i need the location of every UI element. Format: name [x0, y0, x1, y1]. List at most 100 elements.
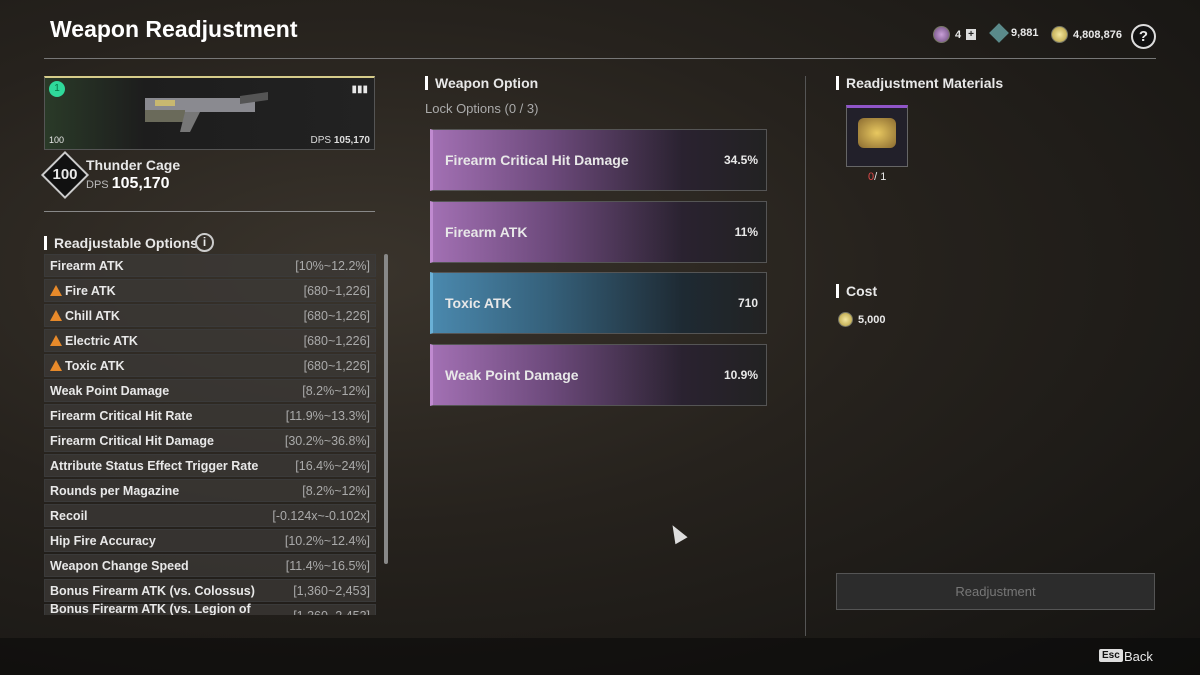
weapon-option-slot[interactable]: Firearm Critical Hit Damage 34.5% [430, 129, 767, 191]
option-range: [8.2%~12%] [302, 383, 370, 398]
warning-icon [50, 359, 62, 371]
option-name: Rounds per Magazine [50, 483, 180, 498]
weapon-image [145, 92, 268, 132]
option-row[interactable]: Weapon Change Speed [11.4%~16.5%] [44, 554, 376, 577]
weapon-option-name: Firearm ATK [445, 223, 528, 240]
currency-gold: 4,808,876 [1051, 26, 1122, 43]
warning-icon [50, 334, 62, 346]
option-name: Weak Point Damage [50, 383, 170, 398]
back-button[interactable]: Back [1124, 649, 1153, 664]
option-range: [-0.124x~-0.102x] [272, 508, 370, 523]
weapon-option-value: 10.9% [723, 367, 758, 382]
option-name: Firearm Critical Hit Damage [50, 433, 214, 448]
option-row[interactable]: Bonus Firearm ATK (vs. Colossus) [1,360~2… [44, 579, 376, 602]
option-name: Firearm ATK [50, 258, 124, 273]
option-name: Weapon Change Speed [50, 558, 189, 573]
cost-value: 5,000 [838, 312, 886, 327]
card-level: 100 [49, 135, 65, 145]
option-range: [680~1,226] [303, 283, 370, 298]
option-name: Attribute Status Effect Trigger Rate [50, 458, 259, 473]
weapon-option-slot[interactable]: Toxic ATK 710 [430, 272, 767, 334]
material-icon [858, 118, 896, 148]
option-name: Fire ATK [50, 284, 116, 298]
option-range: [10.2%~12.4%] [284, 533, 370, 548]
currency-value: 4,808,876 [1073, 28, 1122, 41]
page-title: Weapon Readjustment [50, 16, 298, 42]
help-button[interactable]: ? [1131, 24, 1156, 49]
weapon-name: Thunder Cage [86, 157, 181, 173]
readjustment-button[interactable]: Readjustment [836, 573, 1155, 610]
option-row[interactable]: Electric ATK [680~1,226] [44, 329, 376, 352]
divider [44, 58, 1156, 59]
mouse-cursor-icon [666, 521, 688, 545]
option-range: [16.4%~24%] [295, 458, 370, 473]
scrollbar[interactable] [384, 254, 388, 564]
option-row[interactable]: Weak Point Damage [8.2%~12%] [44, 379, 376, 402]
weapon-option-value: 11% [734, 224, 758, 239]
materials-title: Readjustment Materials [836, 76, 1003, 90]
weapon-option-slot[interactable]: Firearm ATK 11% [430, 200, 767, 263]
weapon-option-name: Firearm Critical Hit Damage [445, 152, 629, 168]
lock-options-count: Lock Options (0 / 3) [425, 101, 539, 116]
option-row[interactable]: Firearm ATK [10%~12.2%] [44, 254, 376, 277]
option-row[interactable]: Chill ATK [680~1,226] [44, 304, 376, 327]
currency-value: 4 [955, 28, 962, 41]
option-range: [680~1,226] [303, 358, 370, 373]
weapon-card[interactable]: 1 ▮▮▮ 100 DPS 105,170 [44, 76, 375, 150]
option-row[interactable]: Bonus Firearm ATK (vs. Legion of Darknes… [44, 601, 376, 616]
weapon-option-value: 710 [737, 296, 758, 310]
weapon-option-value: 34.5% [723, 153, 758, 167]
level-value: 100 [52, 166, 78, 183]
option-range: [680~1,226] [303, 308, 370, 323]
readjustable-options-title: Readjustable Options [44, 236, 198, 250]
weapon-dps: DPS 105,170 [86, 175, 170, 192]
option-name: Bonus Firearm ATK (vs. Colossus) [50, 583, 255, 598]
warning-icon [50, 284, 62, 296]
slot-badge: 1 [49, 81, 65, 97]
divider [44, 211, 375, 212]
option-name: Toxic ATK [50, 359, 125, 373]
option-row[interactable]: Attribute Status Effect Trigger Rate [16.… [44, 454, 376, 477]
option-name: Firearm Critical Hit Rate [50, 408, 193, 423]
option-row[interactable]: Firearm Critical Hit Rate [11.9%~13.3%] [44, 404, 376, 427]
gold-coin-icon [1051, 26, 1068, 43]
option-range: [8.2%~12%] [302, 483, 370, 498]
option-row[interactable]: Fire ATK [680~1,226] [44, 279, 376, 302]
option-row[interactable]: Rounds per Magazine [8.2%~12%] [44, 479, 376, 502]
option-name: Recoil [50, 508, 88, 523]
esc-key-icon: Esc [1099, 649, 1123, 662]
option-name: Bonus Firearm ATK (vs. Legion of Darknes… [50, 601, 251, 616]
gold-coin-icon [838, 312, 853, 327]
material-slot[interactable] [846, 105, 908, 167]
cost-title: Cost [836, 284, 877, 298]
option-range: [11.9%~13.3%] [285, 408, 370, 423]
option-name: Chill ATK [50, 309, 120, 323]
option-range: [1,360~2,453] [293, 583, 370, 598]
option-range: [11.4%~16.5%] [285, 558, 370, 573]
crystal-icon [933, 26, 950, 43]
currency-kuiper: 9,881 [989, 23, 1039, 43]
weapon-option-name: Weak Point Damage [445, 366, 579, 383]
option-name: Electric ATK [50, 334, 138, 348]
footer-bar [0, 638, 1200, 675]
info-icon[interactable]: i [195, 233, 214, 252]
option-name: Hip Fire Accuracy [50, 533, 156, 548]
weapon-option-title: Weapon Option [425, 76, 538, 90]
currency-value: 9,881 [1011, 27, 1039, 39]
warning-icon [50, 309, 62, 321]
weapon-option-slot[interactable]: Weak Point Damage 10.9% [430, 343, 767, 406]
readjustable-options-list[interactable]: Firearm ATK [10%~12.2%] Fire ATK [680~1,226… [44, 254, 376, 615]
currency-crystal: 4 + [933, 26, 976, 43]
option-range: [1,360~2,453] [293, 609, 370, 616]
option-range: [680~1,226] [303, 333, 370, 348]
kuiper-icon [989, 23, 1009, 43]
weapon-option-name: Toxic ATK [445, 295, 512, 311]
card-dps: DPS 105,170 [310, 135, 371, 146]
ammo-icon: ▮▮▮ [351, 84, 368, 95]
option-row[interactable]: Toxic ATK [680~1,226] [44, 354, 376, 377]
option-range: [10%~12.2%] [295, 258, 370, 273]
option-row[interactable]: Recoil [-0.124x~-0.102x] [44, 504, 376, 527]
add-icon[interactable]: + [966, 29, 976, 40]
option-row[interactable]: Firearm Critical Hit Damage [30.2%~36.8%] [44, 429, 376, 452]
option-row[interactable]: Hip Fire Accuracy [10.2%~12.4%] [44, 529, 376, 552]
